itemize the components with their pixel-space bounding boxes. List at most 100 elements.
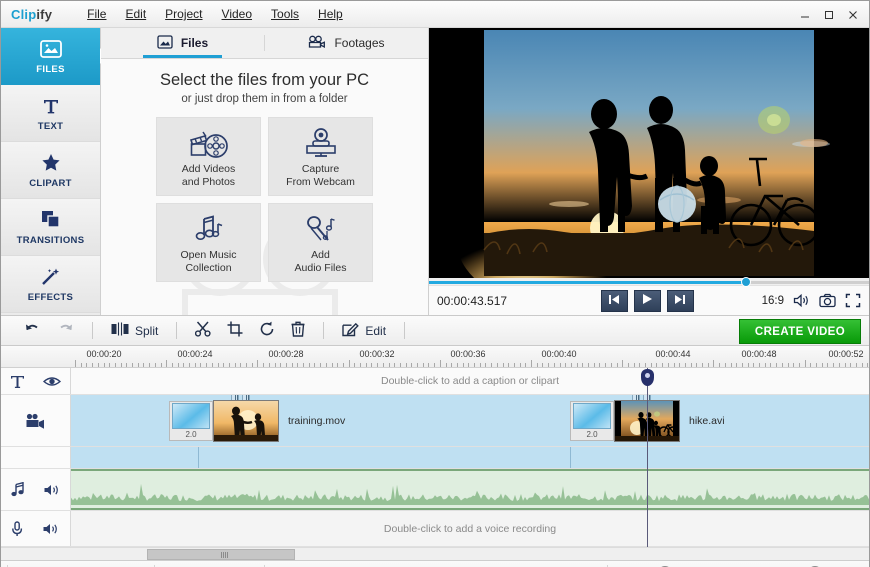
snapshot-camera-icon[interactable] — [819, 293, 836, 308]
timeline-ruler[interactable]: 00:00:20 00:00:24 00:00:28 00:00:32 00:0… — [1, 346, 869, 368]
picture-icon — [157, 34, 173, 52]
sidebar-item-text[interactable]: TEXT — [1, 85, 100, 142]
menu-edit[interactable]: Edit — [116, 3, 155, 25]
ruler-label-4: 00:00:36 — [450, 349, 486, 359]
rotate-icon — [259, 321, 275, 340]
playhead[interactable] — [641, 368, 654, 547]
menu-help-label: Help — [318, 7, 343, 21]
aspect-ratio-value[interactable]: 16:9 — [762, 295, 784, 307]
microphone-icon[interactable] — [11, 520, 23, 537]
menu-bar: File Edit Project Video Tools Help — [78, 3, 352, 25]
video-track: 2.0 training.mov 2.0 hike.avi — [1, 395, 869, 447]
files-action-tiles: Add Videos and Photos Capture From Webcam … — [101, 117, 428, 282]
video-track-body[interactable]: 2.0 training.mov 2.0 hike.avi — [71, 395, 869, 446]
text-t-icon — [42, 95, 60, 117]
close-icon[interactable] — [841, 4, 865, 26]
preview-controls: 00:00:43.517 16:9 — [429, 286, 869, 315]
speaker-icon[interactable] — [43, 483, 61, 497]
edit-toolbar: Split Edit CREATE VIDEO — [1, 315, 869, 346]
menu-tools[interactable]: Tools — [262, 3, 308, 25]
sidebar-item-clipart[interactable]: CLIPART — [1, 142, 100, 199]
sidebar-item-transitions[interactable]: TRANSITIONS — [1, 199, 100, 256]
tab-files[interactable]: Files — [101, 28, 264, 58]
menu-tools-label: Tools — [271, 7, 300, 21]
edit-label: Edit — [365, 323, 387, 338]
menu-video-label: Video — [221, 7, 253, 21]
delete-button[interactable] — [284, 319, 312, 343]
music-note-icon[interactable] — [10, 481, 26, 498]
play-button[interactable] — [633, 289, 661, 312]
cut-button[interactable] — [188, 319, 218, 343]
split-button[interactable]: Split — [104, 319, 165, 343]
status-bar: Project duration: 00:01:00 Number of cli… — [1, 560, 869, 567]
timeline: 00:00:20 00:00:24 00:00:28 00:00:32 00:0… — [1, 346, 869, 560]
transition-strip-body[interactable] — [71, 447, 869, 468]
voice-track-body[interactable]: Double-click to add a voice recording — [71, 511, 869, 546]
sidebar-label-transitions: TRANSITIONS — [16, 234, 85, 246]
minimize-icon[interactable] — [793, 4, 817, 26]
menu-project[interactable]: Project — [156, 3, 211, 25]
transition-badge-training[interactable]: 2.0 — [169, 401, 213, 441]
layers-icon — [41, 209, 61, 231]
next-frame-button[interactable] — [666, 289, 694, 312]
crop-button[interactable] — [220, 319, 250, 343]
clip-boundary-1 — [198, 447, 199, 468]
text-t-icon[interactable] — [10, 374, 25, 389]
video-preview[interactable] — [429, 28, 869, 278]
eye-icon[interactable] — [43, 375, 61, 388]
add-audio-files-button[interactable]: Add Audio Files — [268, 203, 373, 282]
menu-file[interactable]: File — [78, 3, 115, 25]
playhead-handle[interactable] — [641, 369, 654, 386]
redo-icon — [57, 322, 74, 339]
voice-track-header — [1, 511, 71, 546]
brand-part-2: ify — [36, 6, 53, 22]
menu-project-label: Project — [165, 7, 203, 21]
ruler-label-5: 00:00:40 — [541, 349, 577, 359]
previous-frame-button[interactable] — [600, 289, 628, 312]
title-bar: Clipify File Edit Project Video Tools He… — [1, 1, 869, 28]
timeline-scroll-thumb[interactable] — [147, 549, 295, 560]
menu-help[interactable]: Help — [309, 3, 352, 25]
menu-file-label: File — [87, 7, 107, 21]
scrubber-handle[interactable] — [740, 277, 751, 287]
sidebar-item-files[interactable]: FILES — [1, 28, 100, 85]
volume-icon[interactable] — [793, 293, 810, 308]
files-panel: Files Footages Select the files from you… — [101, 28, 429, 315]
redo-button[interactable] — [50, 319, 81, 343]
transition-thumbnail — [573, 403, 611, 429]
video-camera-icon[interactable] — [25, 413, 47, 429]
maximize-icon[interactable] — [817, 4, 841, 26]
sidebar: FILES TEXT CLIPART TRANSITIONS EFFECTS — [1, 28, 101, 315]
clip-thumbnail-training — [213, 400, 279, 442]
split-icon — [111, 322, 129, 339]
rotate-button[interactable] — [252, 319, 282, 343]
transition-badge-hike[interactable]: 2.0 — [570, 401, 614, 441]
timeline-hscrollbar[interactable] — [1, 547, 869, 560]
capture-from-webcam-button[interactable]: Capture From Webcam — [268, 117, 373, 196]
edit-button[interactable]: Edit — [335, 319, 393, 343]
create-video-button[interactable]: CREATE VIDEO — [739, 319, 861, 344]
crop-icon — [227, 321, 243, 340]
webcam-monitor-icon — [303, 125, 339, 159]
toolbar-divider-3 — [323, 322, 325, 339]
undo-button[interactable] — [17, 319, 48, 343]
microphone-icon — [303, 211, 339, 245]
clip-training[interactable]: 2.0 training.mov — [169, 395, 345, 443]
music-track-body[interactable] — [71, 469, 869, 510]
transport-controls — [539, 289, 756, 312]
open-music-collection-button[interactable]: Open Music Collection — [156, 203, 261, 282]
menu-video[interactable]: Video — [213, 3, 261, 25]
caption-track-body[interactable]: Double-click to add a caption or clipart — [71, 368, 869, 394]
app-logo: Clipify — [11, 7, 52, 22]
add-videos-and-photos-button[interactable]: Add Videos and Photos — [156, 117, 261, 196]
sidebar-label-text: TEXT — [37, 120, 64, 132]
magic-wand-icon — [40, 266, 61, 288]
fullscreen-icon[interactable] — [845, 293, 861, 308]
preview-scrubber[interactable] — [429, 277, 869, 287]
brand-part-1: Clip — [11, 6, 37, 22]
sidebar-item-effects[interactable]: EFFECTS — [1, 256, 100, 313]
tab-footages[interactable]: Footages — [265, 28, 428, 58]
tab-footages-label: Footages — [334, 36, 385, 50]
speaker-icon[interactable] — [42, 522, 60, 536]
add-videos-label: Add Videos and Photos — [181, 162, 236, 188]
